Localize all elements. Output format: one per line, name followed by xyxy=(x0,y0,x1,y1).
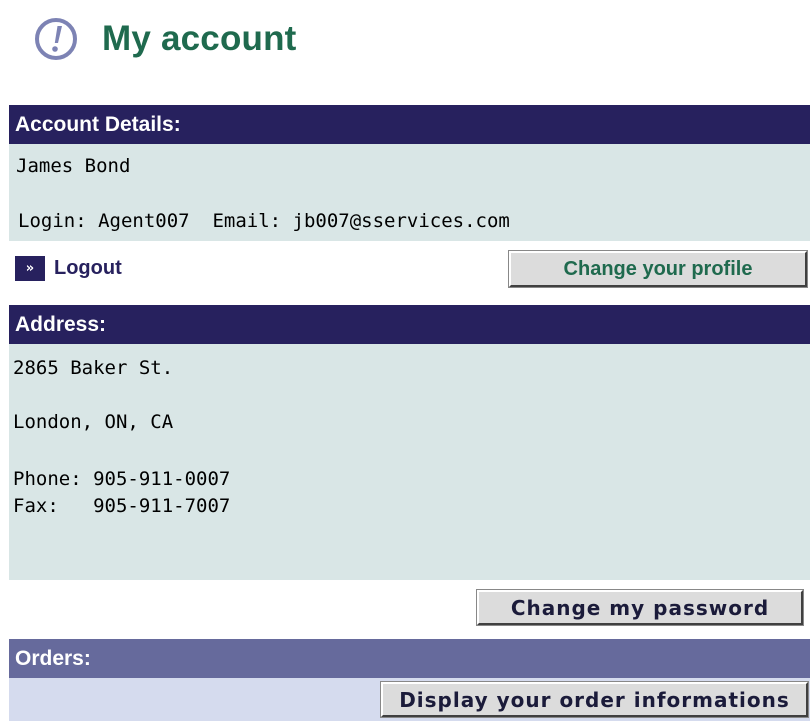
page-title: My account xyxy=(102,19,297,58)
address-street: 2865 Baker St. xyxy=(13,357,174,379)
exclamation-circle-icon xyxy=(35,18,77,60)
account-details-header: Account Details: xyxy=(9,105,810,144)
account-details-panel: James Bond Login: Agent007 Email: jb007@… xyxy=(9,144,810,241)
address-panel: 2865 Baker St. London, ON, CA Phone: 905… xyxy=(9,344,810,580)
logout-label: Logout xyxy=(54,257,122,279)
phone-line: Phone: 905-911-0007 xyxy=(13,468,231,490)
address-header: Address: xyxy=(9,305,810,344)
fax-line: Fax: 905-911-7007 xyxy=(13,495,231,517)
display-orders-button[interactable]: Display your order informations xyxy=(381,682,808,717)
page-header: My account xyxy=(34,16,297,62)
orders-header: Orders: xyxy=(9,639,810,678)
my-account-page: My account Account Details: James Bond L… xyxy=(0,0,810,721)
login-email-line: Login: Agent007 Email: jb007@sservices.c… xyxy=(18,210,510,232)
account-name: James Bond xyxy=(16,155,131,177)
change-password-button[interactable]: Change my password xyxy=(477,590,803,625)
address-city: London, ON, CA xyxy=(13,411,174,433)
change-profile-button[interactable]: Change your profile xyxy=(509,251,807,287)
logout-link[interactable]: » Logout xyxy=(15,256,122,281)
double-chevron-right-icon: » xyxy=(15,256,45,281)
